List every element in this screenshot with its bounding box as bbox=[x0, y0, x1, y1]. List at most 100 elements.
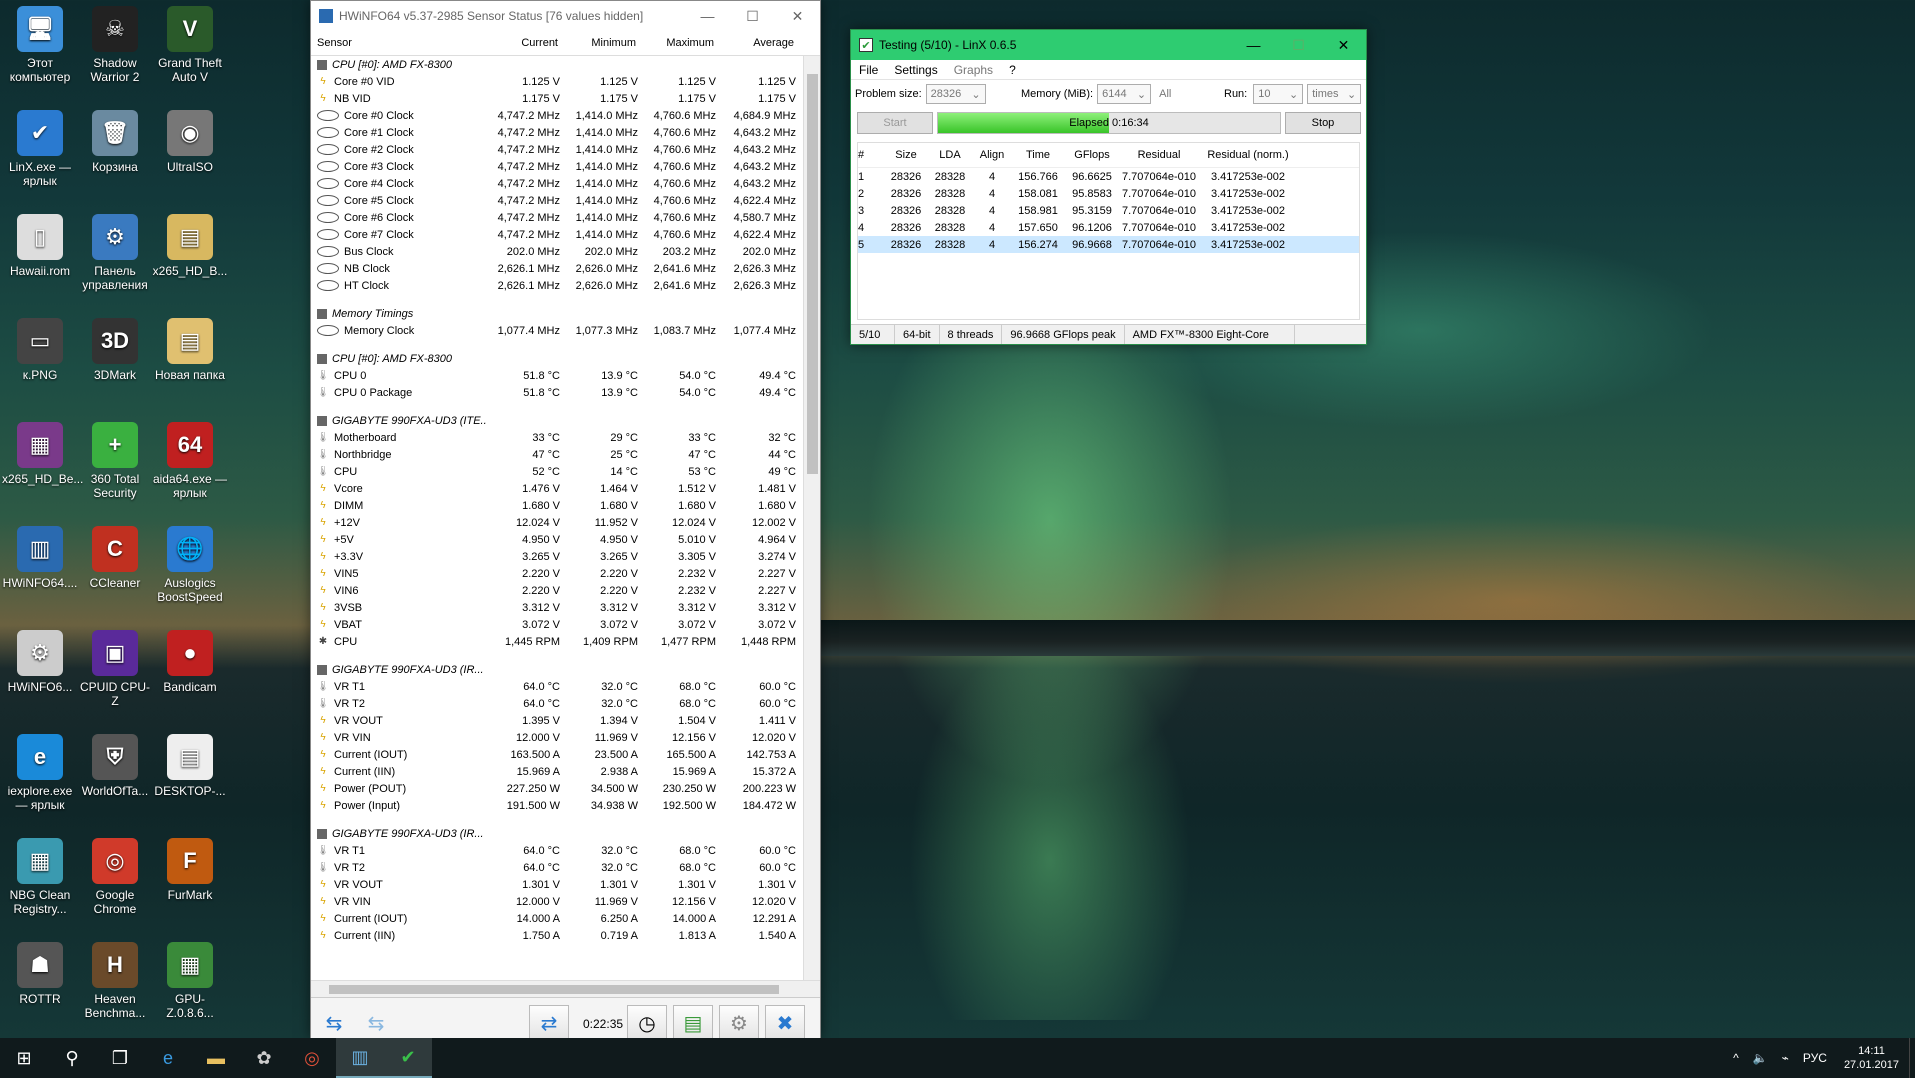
hwinfo-taskbar-icon[interactable]: ▥ bbox=[336, 1038, 384, 1078]
table-row[interactable]: 3 28326 28328 4 158.981 95.3159 7.707064e-010 3… bbox=[858, 202, 1359, 219]
col-average[interactable]: Average bbox=[720, 37, 800, 49]
sensor-row[interactable]: ϟ VR VOUT 1.301 V 1.301 V 1.301 V 1.301 V bbox=[311, 876, 820, 893]
menu-file[interactable]: File bbox=[851, 63, 886, 77]
results-column-header[interactable]: Align bbox=[974, 149, 1010, 161]
sensor-row[interactable]: ϟ Power (Input) 191.500 W 34.938 W 192.500 W… bbox=[311, 797, 820, 814]
sensor-row[interactable]: ✱ CPU 1,445 RPM 1,409 RPM 1,477 RPM 1,448 RPM bbox=[311, 633, 820, 650]
sensor-row[interactable]: Core #7 Clock 4,747.2 MHz 1,414.0 MHz 4,760… bbox=[311, 226, 820, 243]
results-column-header[interactable]: Size bbox=[886, 149, 926, 161]
sensor-group-row[interactable]: CPU [#0]: AMD FX-8300 bbox=[311, 56, 820, 73]
sensor-row[interactable]: ϟ Current (IOUT) 14.000 A 6.250 A 14.000 A 12… bbox=[311, 910, 820, 927]
task-view-icon[interactable]: ❐ bbox=[96, 1038, 144, 1078]
sensor-row[interactable]: 🌡 CPU 0 Package 51.8 °C 13.9 °C 54.0 °C 49.4 … bbox=[311, 384, 820, 401]
windows-start-icon[interactable]: ⊞ bbox=[0, 1038, 48, 1078]
desktop-icon[interactable]: ▦ NBG Clean Registry... bbox=[2, 838, 78, 916]
sensor-row[interactable]: Core #4 Clock 4,747.2 MHz 1,414.0 MHz 4,760… bbox=[311, 175, 820, 192]
sensor-row[interactable]: NB Clock 2,626.1 MHz 2,626.0 MHz 2,641.6 MH… bbox=[311, 260, 820, 277]
report-icon[interactable]: ▤ bbox=[673, 1004, 713, 1043]
desktop-icon[interactable]: ▤ DESKTOP-... bbox=[152, 734, 228, 798]
desktop-icon[interactable]: ☠ Shadow Warrior 2 bbox=[77, 6, 153, 84]
table-row[interactable]: 2 28326 28328 4 158.081 95.8583 7.707064e-010 3… bbox=[858, 185, 1359, 202]
desktop-icon[interactable]: H Heaven Benchma... bbox=[77, 942, 153, 1020]
linx-taskbar-icon[interactable]: ✔ bbox=[384, 1038, 432, 1078]
desktop-icon[interactable]: ◎ Google Chrome bbox=[77, 838, 153, 916]
sensor-group-row[interactable]: GIGABYTE 990FXA-UD3 (IR... bbox=[311, 661, 820, 678]
volume-icon[interactable]: 🔈 bbox=[1746, 1051, 1775, 1065]
desktop-icon[interactable]: ▥ HWiNFO64.... bbox=[2, 526, 78, 590]
menu-settings[interactable]: Settings bbox=[886, 63, 945, 77]
sensor-row[interactable]: Core #6 Clock 4,747.2 MHz 1,414.0 MHz 4,760… bbox=[311, 209, 820, 226]
table-row[interactable]: 1 28326 28328 4 156.766 96.6625 7.707064e-010 3… bbox=[858, 168, 1359, 185]
maximize-icon[interactable]: ☐ bbox=[1276, 30, 1321, 60]
sensor-row[interactable]: 🌡 Northbridge 47 °C 25 °C 47 °C 44 °C bbox=[311, 446, 820, 463]
language-indicator[interactable]: РУС bbox=[1796, 1051, 1834, 1065]
sensor-row[interactable]: ϟ VR VIN 12.000 V 11.969 V 12.156 V 12.020 V bbox=[311, 893, 820, 910]
results-column-header[interactable]: Residual (norm.) bbox=[1200, 149, 1296, 161]
stop-button[interactable]: Stop bbox=[1285, 112, 1361, 134]
col-sensor[interactable]: Sensor bbox=[311, 37, 486, 49]
desktop-icon[interactable]: ◉ UltraISO bbox=[152, 110, 228, 174]
sensor-row[interactable]: ϟ NB VID 1.175 V 1.175 V 1.175 V 1.175 V bbox=[311, 90, 820, 107]
desktop-icon[interactable]: ⛨ WorldOfTa... bbox=[77, 734, 153, 798]
results-table[interactable]: # Size LDA Align Time GFlops Residual Residual … bbox=[857, 142, 1360, 320]
desktop-icon[interactable]: 🗑 Корзина bbox=[77, 110, 153, 174]
sensor-row[interactable]: Core #5 Clock 4,747.2 MHz 1,414.0 MHz 4,760… bbox=[311, 192, 820, 209]
sensor-row[interactable]: Core #3 Clock 4,747.2 MHz 1,414.0 MHz 4,760… bbox=[311, 158, 820, 175]
results-column-header[interactable]: Residual bbox=[1122, 149, 1196, 161]
sensor-row[interactable]: ϟ VIN5 2.220 V 2.220 V 2.232 V 2.227 V bbox=[311, 565, 820, 582]
desktop-icon[interactable]: C CCleaner bbox=[77, 526, 153, 590]
sensor-row[interactable]: 🌡 VR T1 64.0 °C 32.0 °C 68.0 °C 60.0 °C bbox=[311, 678, 820, 695]
show-desktop[interactable] bbox=[1909, 1038, 1915, 1078]
settings-icon[interactable]: ⚙ bbox=[719, 1004, 759, 1043]
hwinfo-sensor-list[interactable]: CPU [#0]: AMD FX-8300 ϟ Core #0 VID 1.125 V… bbox=[311, 56, 820, 980]
desktop-icon[interactable]: ● Bandicam bbox=[152, 630, 228, 694]
desktop-icon[interactable]: F FurMark bbox=[152, 838, 228, 902]
close-sensors-icon[interactable]: ✖ bbox=[765, 1004, 805, 1043]
desktop-icon[interactable]: ⚙ Панель управления bbox=[77, 214, 153, 292]
collapse-arrows-icon[interactable]: ⇆ bbox=[357, 1005, 395, 1043]
results-column-header[interactable]: # bbox=[858, 149, 882, 161]
chevron-up-icon[interactable]: ^ bbox=[1726, 1051, 1746, 1065]
clock[interactable]: 14:11 27.01.2017 bbox=[1834, 1044, 1909, 1072]
sensor-row[interactable]: ϟ +3.3V 3.265 V 3.265 V 3.305 V 3.274 V bbox=[311, 548, 820, 565]
search-icon[interactable]: ⚲ bbox=[48, 1038, 96, 1078]
expand-arrows-icon[interactable]: ⇆ bbox=[315, 1005, 353, 1043]
sensor-row[interactable]: Memory Clock 1,077.4 MHz 1,077.3 MHz 1,083.… bbox=[311, 322, 820, 339]
desktop-icon[interactable]: ▣ CPUID CPU-Z bbox=[77, 630, 153, 708]
desktop-icon[interactable]: 🌐 Auslogics BoostSpeed bbox=[152, 526, 228, 604]
sensor-row[interactable]: ϟ DIMM 1.680 V 1.680 V 1.680 V 1.680 V bbox=[311, 497, 820, 514]
sensor-row[interactable]: 🌡 VR T2 64.0 °C 32.0 °C 68.0 °C 60.0 °C bbox=[311, 859, 820, 876]
sensor-group-row[interactable]: GIGABYTE 990FXA-UD3 (IR... bbox=[311, 825, 820, 842]
sensor-row[interactable]: 🌡 CPU 52 °C 14 °C 53 °C 49 °C bbox=[311, 463, 820, 480]
sensor-row[interactable]: ϟ +12V 12.024 V 11.952 V 12.024 V 12.002 V bbox=[311, 514, 820, 531]
sensor-row[interactable]: ϟ 3VSB 3.312 V 3.312 V 3.312 V 3.312 V bbox=[311, 599, 820, 616]
results-column-header[interactable]: GFlops bbox=[1066, 149, 1118, 161]
edge-icon[interactable]: e bbox=[144, 1038, 192, 1078]
desktop-icon[interactable]: ▦ GPU-Z.0.8.6... bbox=[152, 942, 228, 1020]
chrome-icon[interactable]: ◎ bbox=[288, 1038, 336, 1078]
memory-all-label[interactable]: All bbox=[1159, 88, 1171, 100]
sensor-row[interactable]: Core #0 Clock 4,747.2 MHz 1,414.0 MHz 4,760… bbox=[311, 107, 820, 124]
sensor-row[interactable]: HT Clock 2,626.1 MHz 2,626.0 MHz 2,641.6 MH… bbox=[311, 277, 820, 294]
sensor-row[interactable]: ϟ Current (IIN) 1.750 A 0.719 A 1.813 A 1.540… bbox=[311, 927, 820, 944]
sensor-row[interactable]: 🌡 VR T1 64.0 °C 32.0 °C 68.0 °C 60.0 °C bbox=[311, 842, 820, 859]
vertical-scrollbar[interactable] bbox=[803, 56, 820, 980]
memory-combo[interactable]: 6144 ⌄ bbox=[1097, 84, 1152, 104]
sensor-row[interactable]: ϟ +5V 4.950 V 4.950 V 5.010 V 4.964 V bbox=[311, 531, 820, 548]
clock-icon[interactable]: ◷ bbox=[627, 1004, 667, 1043]
desktop-icon[interactable]: 3D 3DMark bbox=[77, 318, 153, 382]
minimize-icon[interactable]: — bbox=[1231, 30, 1276, 60]
desktop-icon[interactable]: ▤ Новая папка bbox=[152, 318, 228, 382]
sensor-group-row[interactable]: CPU [#0]: AMD FX-8300 bbox=[311, 350, 820, 367]
col-minimum[interactable]: Minimum bbox=[564, 37, 642, 49]
network-icon[interactable]: ⇄ bbox=[529, 1004, 569, 1043]
start-button[interactable]: Start bbox=[857, 112, 933, 134]
sensor-row[interactable]: 🌡 Motherboard 33 °C 29 °C 33 °C 32 °C bbox=[311, 429, 820, 446]
sensor-group-row[interactable]: GIGABYTE 990FXA-UD3 (ITE... bbox=[311, 412, 820, 429]
sensor-row[interactable]: ϟ VBAT 3.072 V 3.072 V 3.072 V 3.072 V bbox=[311, 616, 820, 633]
minimize-icon[interactable]: — bbox=[685, 1, 730, 31]
desktop-icon[interactable]: ▭ к.PNG bbox=[2, 318, 78, 382]
sensor-row[interactable]: ϟ Power (POUT) 227.250 W 34.500 W 230.250 W 2… bbox=[311, 780, 820, 797]
scroll-thumb[interactable] bbox=[329, 985, 779, 994]
sensor-row[interactable]: Core #2 Clock 4,747.2 MHz 1,414.0 MHz 4,760… bbox=[311, 141, 820, 158]
